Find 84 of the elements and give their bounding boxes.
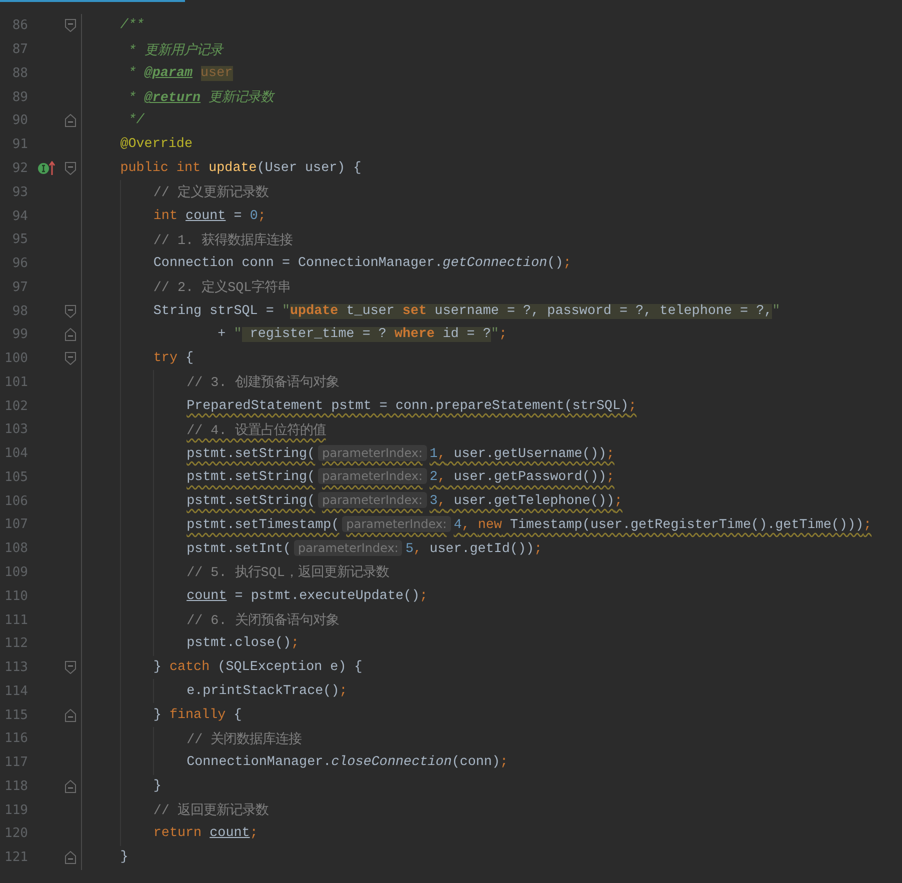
fold-icon[interactable] [64, 304, 76, 318]
code-line: // 1. 获得数据库连接 [153, 232, 293, 249]
line-number: 105 [4, 470, 29, 485]
line-number: 110 [4, 588, 29, 604]
fold-icon[interactable] [64, 328, 76, 342]
code-line: // 3. 创建预备语句对象 [186, 374, 339, 392]
code-line: pstmt.close(); [186, 636, 300, 652]
line-number: 117 [4, 755, 29, 770]
line-number: 118 [4, 778, 29, 794]
code-line: pstmt.setString( parameterIndex: 3, user.getTelephone()); [186, 493, 622, 510]
fold-icon[interactable] [64, 162, 76, 175]
line-number: 97 [11, 280, 29, 295]
implemented-marker-icon[interactable] [38, 162, 48, 174]
code-line: * 更新用户记录 [127, 42, 222, 59]
code-line: pstmt.setString( parameterIndex: 2, user.getPassword()); [186, 469, 614, 486]
code-line: public int update(User user) { [120, 160, 362, 176]
code-line: */ [127, 113, 144, 128]
fold-icon[interactable] [64, 661, 76, 674]
code-line: } catch (SQLException e) { [153, 660, 362, 676]
code-line: * @param user [127, 66, 233, 81]
line-number: 89 [11, 90, 29, 105]
code-line: pstmt.setTimestamp( parameterIndex: 4, new Timestamp(user.getRegisterTime().getTime())); [186, 516, 872, 533]
line-number: 120 [4, 826, 29, 842]
code-line: // 2. 定义SQL字符串 [153, 278, 291, 296]
line-number: 112 [4, 636, 29, 652]
line-number: 88 [11, 66, 29, 81]
line-number: 121 [4, 850, 29, 866]
line-number: 102 [4, 398, 29, 414]
code-line: // 关闭数据库连接 [186, 730, 302, 748]
line-number: 111 [4, 612, 29, 628]
code-line: pstmt.setString( parameterIndex: 1, user.getUsername()); [186, 446, 614, 462]
fold-icon[interactable] [64, 780, 76, 793]
line-number: 95 [11, 232, 29, 248]
code-line: // 4. 设置占位符的值 [186, 422, 326, 439]
line-number: 103 [4, 422, 29, 438]
arrow-up-icon[interactable] [48, 161, 54, 176]
line-number: 104 [4, 446, 29, 462]
code-line: // 5. 执行SQL，返回更新记录数 [186, 564, 389, 582]
code-line: @Override [120, 137, 193, 152]
code-line: } finally { [153, 708, 242, 723]
line-number: 96 [11, 256, 29, 272]
code-line: + " register_time = ? where id = ?"; [216, 327, 507, 342]
line-number: 106 [4, 494, 29, 509]
line-number: 92 [11, 160, 29, 176]
code-line: String strSQL = "update t_user set username = ?, password = ?, telephone = ?," [153, 304, 780, 319]
line-number: 108 [4, 541, 29, 556]
line-number: 100 [4, 351, 29, 366]
line-number: 94 [11, 208, 29, 224]
line-number: 116 [4, 731, 29, 746]
fold-icon[interactable] [64, 352, 76, 366]
line-number: 98 [11, 304, 29, 319]
line-number: 86 [11, 18, 29, 34]
fold-icon[interactable] [64, 114, 76, 128]
code-line: count = pstmt.executeUpdate(); [186, 588, 428, 604]
code-line: Connection conn = ConnectionManager.getConnection(); [153, 256, 572, 272]
code-line: } [153, 778, 162, 794]
line-number: 115 [4, 708, 29, 723]
fold-icon[interactable] [64, 708, 76, 722]
line-number: 119 [4, 802, 29, 818]
code-line: int count = 0; [153, 208, 266, 224]
code-line: pstmt.setInt( parameterIndex: 5, user.getId()); [186, 540, 542, 557]
code-line: e.printStackTrace(); [186, 684, 348, 699]
line-number: 91 [11, 137, 29, 152]
line-number: 109 [4, 564, 29, 580]
line-number: 114 [4, 684, 29, 699]
line-number: 107 [4, 517, 29, 532]
code-line: // 返回更新记录数 [153, 802, 268, 820]
code-line: /** [120, 18, 144, 34]
code-line: return count; [153, 826, 258, 842]
code-line: * @return 更新记录数 [127, 88, 274, 106]
code-line: try { [153, 351, 194, 366]
line-number: 99 [11, 327, 29, 342]
code-line: // 6. 关闭预备语句对象 [186, 612, 339, 630]
fold-icon[interactable] [64, 19, 76, 32]
code-line: ConnectionManager.closeConnection(conn); [186, 755, 508, 770]
code-line: } [120, 850, 128, 866]
line-number: 93 [11, 184, 29, 200]
code-line: // 定义更新记录数 [153, 184, 268, 202]
line-number: 101 [4, 374, 29, 390]
fold-icon[interactable] [64, 851, 76, 864]
line-number: 113 [4, 660, 29, 676]
line-number: 87 [11, 42, 29, 58]
code-line: PreparedStatement pstmt = conn.prepareStatement(strSQL); [186, 398, 637, 414]
line-number: 90 [11, 113, 29, 128]
